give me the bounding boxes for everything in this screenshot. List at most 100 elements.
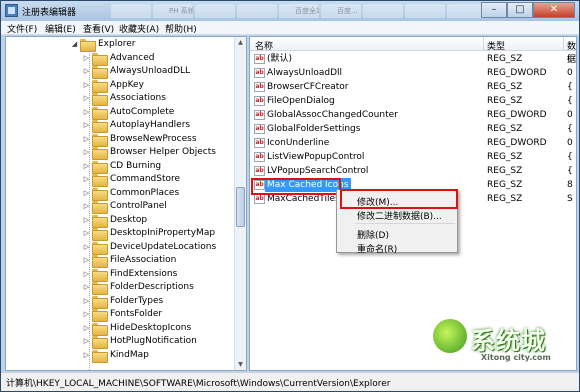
value-row[interactable]: ab ListViewPopupControl REG_SZ { (250, 150, 576, 164)
tree-item[interactable]: ▷ AutoplayHandlers (6, 119, 234, 133)
tree-scrollbar-thumb[interactable] (236, 187, 245, 227)
watermark: 系统城 Xitong city.com (433, 319, 573, 369)
tree-item[interactable]: ▷ BrowseNewProcess (6, 133, 234, 147)
tree-item[interactable]: ▷ DeviceUpdateLocations (6, 241, 234, 255)
tree-item[interactable]: ▷ CommonPlaces (6, 187, 234, 201)
expand-arrow-icon[interactable]: ▷ (82, 162, 91, 171)
column-type-header[interactable]: 类型 (487, 39, 505, 52)
expand-arrow-icon[interactable]: ▷ (82, 148, 91, 157)
expand-arrow-icon[interactable]: ▷ (82, 283, 91, 292)
tree-item-label: FindExtensions (110, 268, 178, 279)
tree-scrollbar[interactable]: ▲ ▼ (234, 37, 246, 370)
value-row[interactable]: ab AlwaysUnloadDll REG_DWORD 0 (250, 66, 576, 80)
tree-item-label: AppKey (110, 79, 144, 90)
tree-item[interactable]: ▷ FontsFolder (6, 308, 234, 322)
close-button[interactable]: ✕ (533, 2, 575, 18)
tree-item-explorer[interactable]: ◢ Explorer (6, 38, 234, 52)
tree-item[interactable]: ▷ FolderDescriptions (6, 281, 234, 295)
tree-item[interactable]: ▷ CD Burning (6, 160, 234, 174)
tree-item[interactable]: ▷ ControlPanel (6, 200, 234, 214)
expand-arrow-icon[interactable]: ▷ (82, 337, 91, 346)
expand-arrow-icon[interactable]: ▷ (82, 94, 91, 103)
menu-favorites[interactable]: 收藏夹(A) (119, 22, 159, 35)
modify-highlight-box (340, 189, 458, 209)
ctx-modify-binary[interactable]: 修改二进制数据(B)... (357, 209, 442, 222)
minimize-button[interactable]: – (481, 2, 507, 18)
tree-item[interactable]: ▷ CommandStore (6, 173, 234, 187)
key-tree-pane[interactable]: ◢ Explorer ▷ Advanced ▷ AlwaysUnloadDLL ▷ AppKe… (5, 36, 247, 371)
value-row[interactable]: ab IconUnderline REG_DWORD 0 (250, 136, 576, 150)
tree-item[interactable]: ▷ FileAssociation (6, 254, 234, 268)
menu-view[interactable]: 查看(V) (83, 22, 114, 35)
expand-arrow-icon[interactable]: ▷ (82, 175, 91, 184)
value-row[interactable]: ab FileOpenDialog REG_SZ { (250, 94, 576, 108)
expand-arrow-icon[interactable]: ▷ (82, 135, 91, 144)
tree-item[interactable]: ▷ DesktopIniPropertyMap (6, 227, 234, 241)
tree-item-label: CommandStore (110, 174, 181, 184)
column-divider[interactable] (483, 37, 484, 51)
scroll-down-arrow-icon[interactable]: ▼ (235, 359, 246, 370)
xitongcheng-logo-icon (433, 319, 467, 353)
maximize-button[interactable]: □ (507, 2, 533, 18)
expand-arrow-icon[interactable]: ▷ (82, 297, 91, 306)
expand-arrow-icon[interactable]: ▷ (82, 108, 91, 117)
expand-arrow-icon[interactable]: ▷ (82, 189, 91, 198)
value-row[interactable]: ab GlobalFolderSettings REG_SZ { (250, 122, 576, 136)
tree-item[interactable]: ▷ AutoComplete (6, 106, 234, 120)
window-controls: – □ ✕ (481, 2, 575, 18)
tree-item[interactable]: ▷ AlwaysUnloadDLL (6, 65, 234, 79)
tree-item[interactable]: ▷ HotPlugNotification (6, 335, 234, 349)
value-data: 8 (567, 180, 573, 190)
value-data: 0 (567, 110, 573, 120)
value-name: ListViewPopupControl (267, 152, 365, 162)
blurred-tab (195, 4, 235, 18)
expand-arrow-icon[interactable]: ▷ (82, 243, 91, 252)
expand-arrow-icon[interactable]: ▷ (82, 54, 91, 63)
tree-item[interactable]: ▷ HideDesktopIcons (6, 322, 234, 336)
tree-item-label: AlwaysUnloadDLL (110, 66, 191, 76)
expand-arrow-icon[interactable]: ▷ (82, 270, 91, 279)
blurred-tab (237, 4, 277, 18)
expand-arrow-icon[interactable]: ▷ (82, 351, 91, 360)
ctx-rename[interactable]: 重命名(R) (357, 242, 397, 255)
expand-arrow-icon[interactable]: ▷ (82, 81, 91, 90)
value-data: { (567, 124, 573, 134)
tree-item[interactable]: ▷ AppKey (6, 79, 234, 93)
menu-file[interactable]: 文件(F) (7, 22, 37, 35)
column-name-header[interactable]: 名称 (255, 39, 273, 52)
column-divider[interactable] (563, 37, 564, 51)
expand-arrow-icon[interactable]: ▷ (82, 310, 91, 319)
value-row[interactable]: ab GlobalAssocChangedCounter REG_DWORD 0 (250, 108, 576, 122)
value-data: 0 (567, 68, 573, 78)
watermark-brand: 系统城 (471, 327, 546, 355)
expand-arrow-icon[interactable]: ▷ (82, 67, 91, 76)
collapse-arrow-icon[interactable]: ◢ (70, 40, 79, 49)
expand-arrow-icon[interactable]: ▷ (82, 229, 91, 238)
registry-editor-window: 注册表编辑器 PH 系统工具 百度全站百度... – □ ✕ 文件(F) 编辑(E… (0, 0, 580, 392)
value-row[interactable]: ab BrowserCFCreator REG_SZ { (250, 80, 576, 94)
title-bar[interactable]: 注册表编辑器 PH 系统工具 百度全站百度... – □ ✕ (1, 1, 579, 21)
tree-item[interactable]: ▷ KindMap (6, 349, 234, 363)
tree-item[interactable]: ▷ Desktop (6, 214, 234, 228)
tree-item[interactable]: ▷ Advanced (6, 52, 234, 66)
value-row[interactable]: ab (默认) REG_SZ ( (250, 52, 576, 66)
expand-arrow-icon[interactable]: ▷ (82, 216, 91, 225)
ctx-delete[interactable]: 删除(D) (357, 228, 389, 241)
tree-item[interactable]: ▷ Associations (6, 92, 234, 106)
expand-arrow-icon[interactable]: ▷ (82, 256, 91, 265)
value-name: BrowserCFCreator (267, 82, 349, 92)
tree-item[interactable]: ▷ Browser Helper Objects (6, 146, 234, 160)
blurred-tab (363, 4, 403, 18)
tree-item[interactable]: ▷ FolderTypes (6, 295, 234, 309)
expand-arrow-icon[interactable]: ▷ (82, 121, 91, 130)
expand-arrow-icon[interactable]: ▷ (82, 324, 91, 333)
expand-arrow-icon[interactable]: ▷ (82, 202, 91, 211)
menu-help[interactable]: 帮助(H) (165, 22, 197, 35)
tree-item-label: FontsFolder (110, 309, 163, 319)
menu-edit[interactable]: 编辑(E) (45, 22, 76, 35)
scroll-up-arrow-icon[interactable]: ▲ (235, 37, 246, 48)
value-name: FileOpenDialog (267, 96, 335, 106)
tree-item[interactable]: ▷ FindExtensions (6, 268, 234, 282)
value-row[interactable]: ab LVPopupSearchControl REG_SZ { (250, 164, 576, 178)
value-type: REG_DWORD (487, 68, 547, 78)
